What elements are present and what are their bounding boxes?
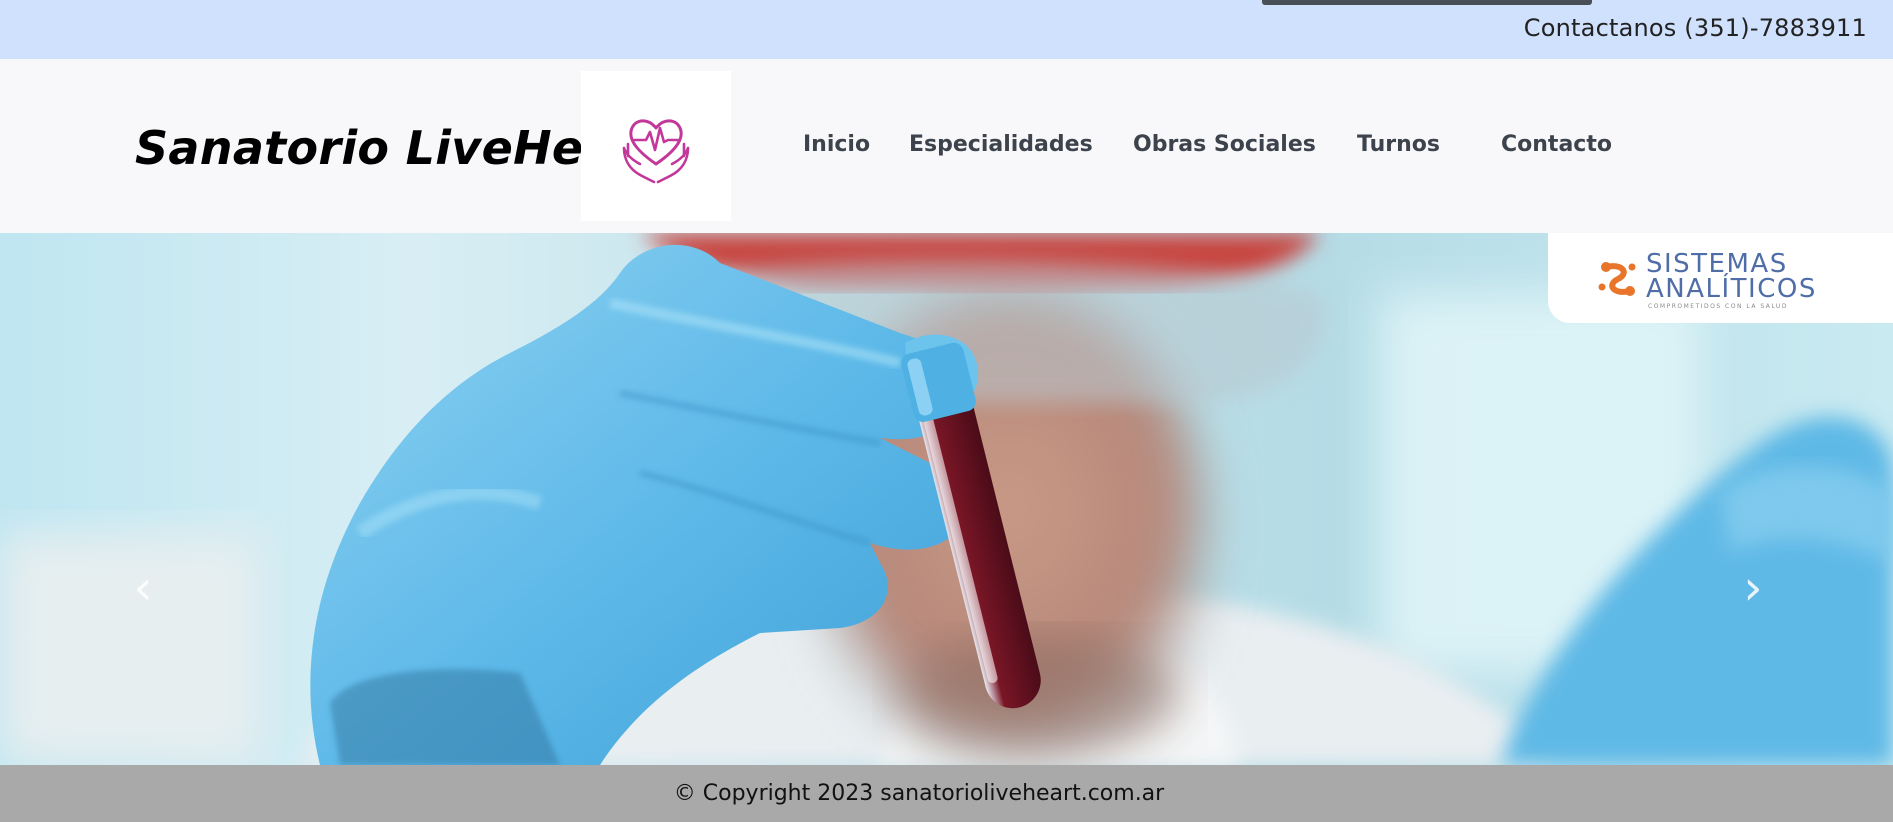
- site-header: Sanatorio LiveHeart Inicio Especialidade…: [0, 59, 1893, 233]
- sponsor-name-line2: ANALÍTICOS: [1646, 274, 1817, 304]
- chevron-right-icon: ›: [1743, 560, 1763, 616]
- nav-item-contacto[interactable]: Contacto: [1501, 132, 1612, 157]
- molecule-logo-icon: [1598, 262, 1636, 296]
- contact-phone-text[interactable]: Contactanos (351)-7883911: [1524, 14, 1867, 42]
- nav-item-especialidades[interactable]: Especialidades: [909, 132, 1093, 157]
- carousel-prev-arrow[interactable]: ‹: [128, 563, 158, 613]
- chevron-left-icon: ‹: [133, 560, 153, 616]
- site-footer: © Copyright 2023 sanatorioliveheart.com.…: [0, 765, 1893, 822]
- topbar-tab-decoration: [1262, 0, 1592, 5]
- sponsor-tagline: COMPROMETIDOS CON LA SALUD: [1648, 303, 1788, 310]
- sponsor-badge[interactable]: SISTEMAS ANALÍTICOS COMPROMETIDOS CON LA…: [1548, 233, 1893, 323]
- nav-item-inicio[interactable]: Inicio: [803, 132, 870, 157]
- heart-pulse-hands-icon: [622, 119, 690, 184]
- nav-item-turnos[interactable]: Turnos: [1357, 132, 1440, 157]
- nav-item-obras-sociales[interactable]: Obras Sociales: [1133, 132, 1316, 157]
- footer-copyright: © Copyright 2023 sanatorioliveheart.com.…: [673, 781, 1165, 806]
- hero-carousel: ‹ › SISTEMAS ANALÍTICOS COMPROMETIDOS CO…: [0, 233, 1893, 765]
- brand-logo[interactable]: [581, 71, 731, 221]
- top-contact-bar: Contactanos (351)-7883911: [0, 0, 1893, 59]
- carousel-next-arrow[interactable]: ›: [1738, 563, 1768, 613]
